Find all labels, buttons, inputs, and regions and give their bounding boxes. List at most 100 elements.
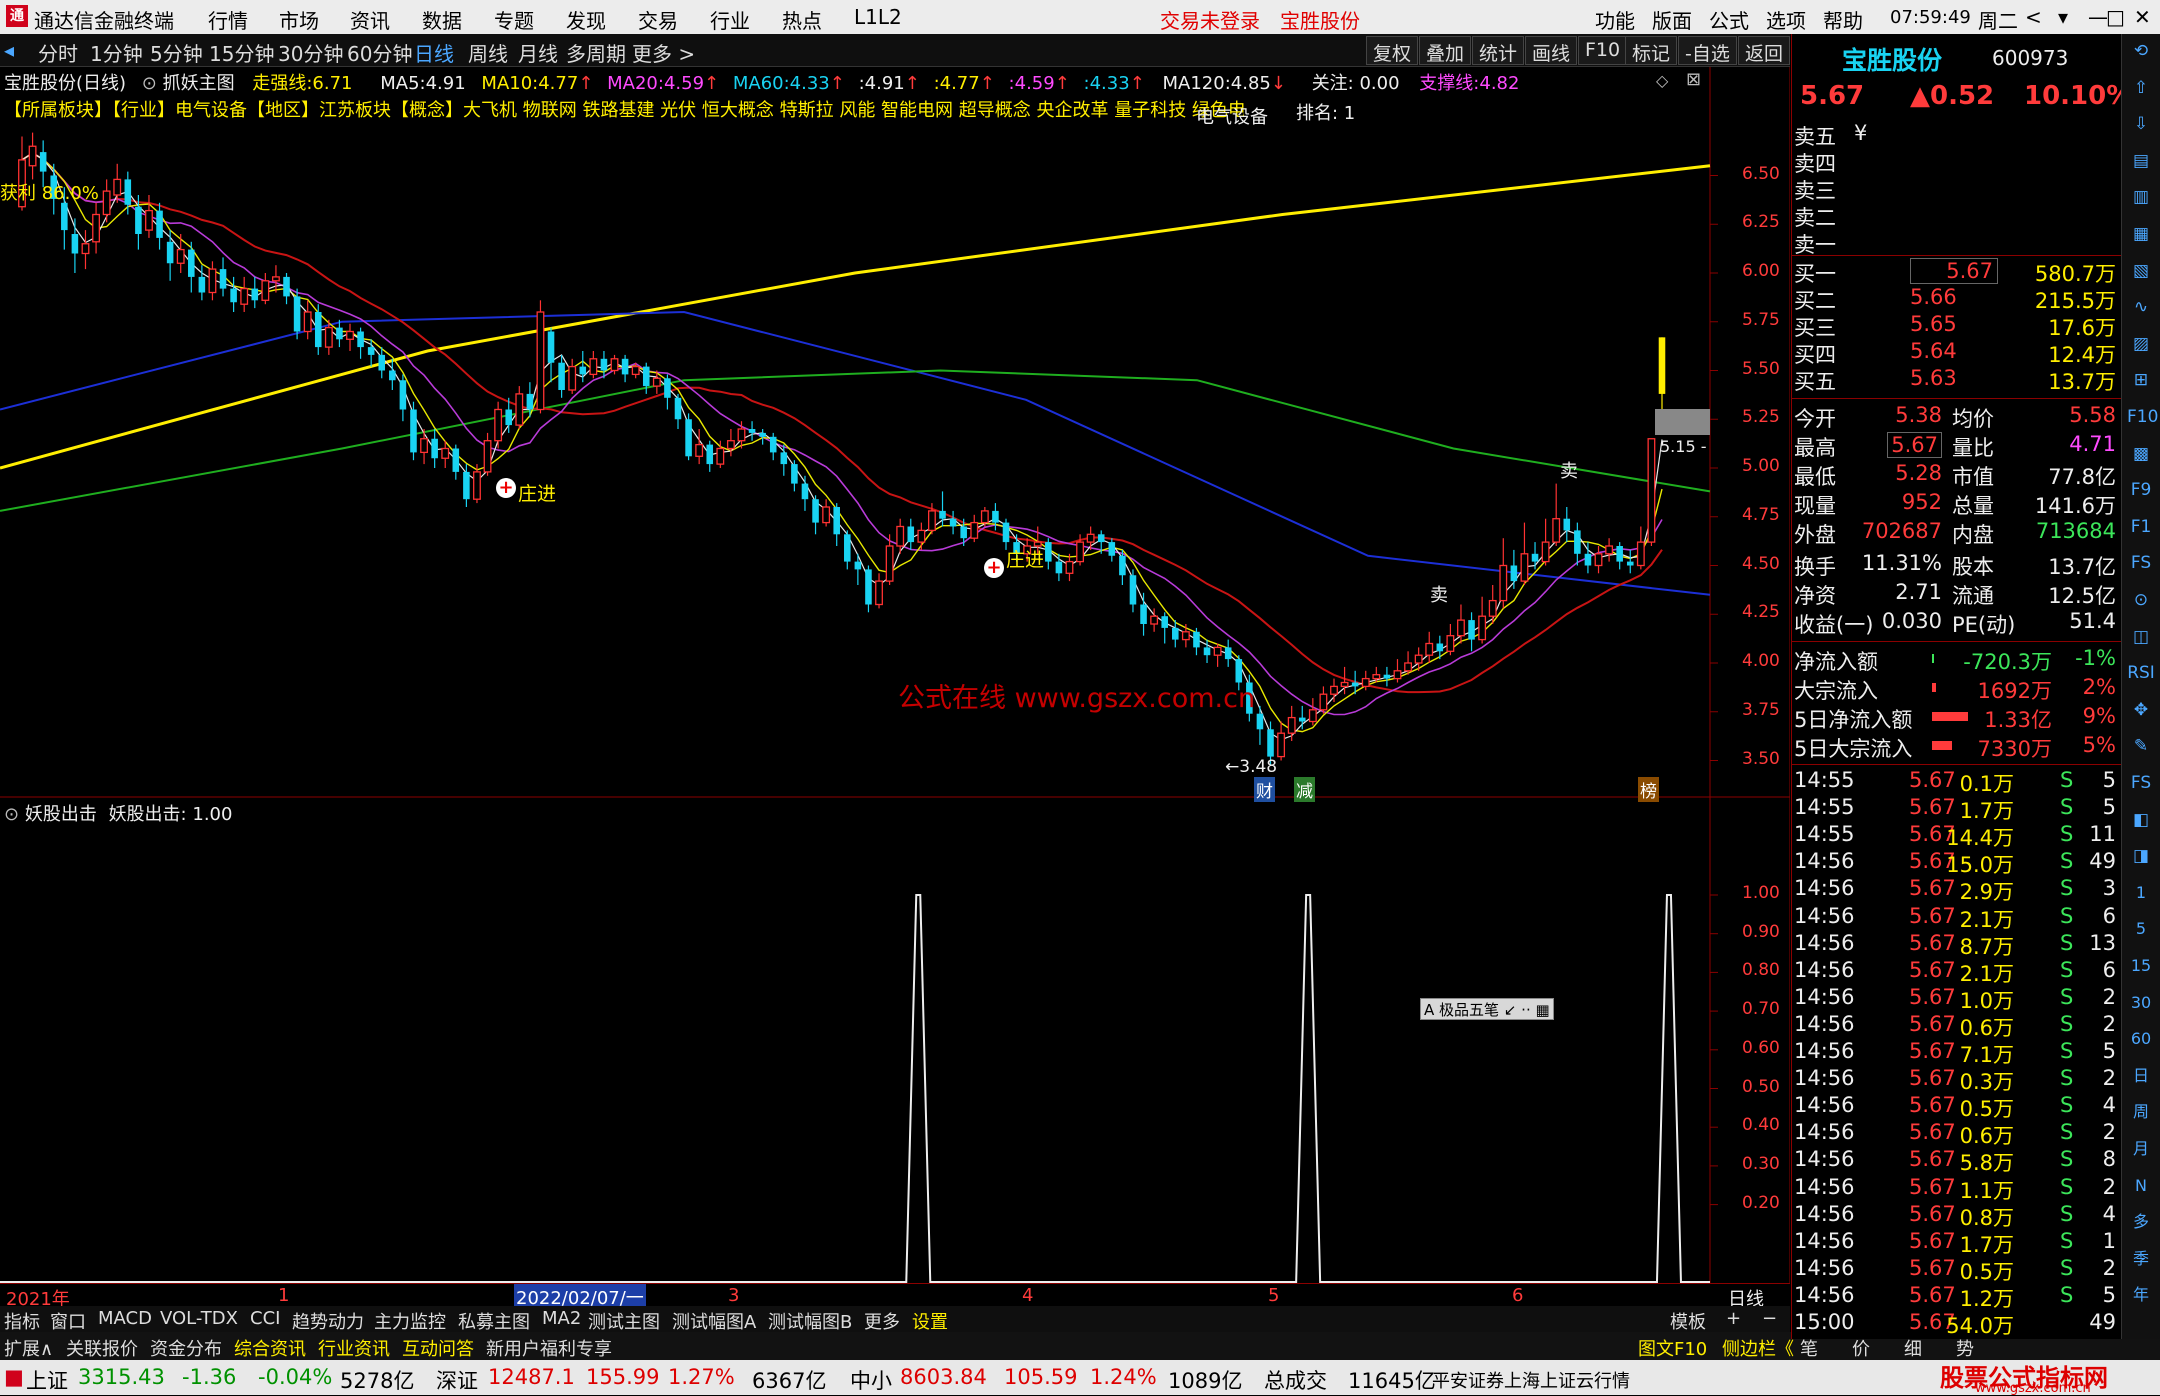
sidebar-icon[interactable]: RSI: [2127, 660, 2155, 686]
period-tab[interactable]: 更多 >: [632, 38, 695, 67]
bid-row[interactable]: 买四 5.64 12.4万: [1792, 338, 2122, 367]
indicator-tab[interactable]: 测试主图: [584, 1308, 664, 1334]
collapse-icon[interactable]: ◂: [4, 38, 14, 62]
period-tab[interactable]: 60分钟: [347, 38, 412, 67]
info-tab[interactable]: 新用户福利专享: [486, 1335, 612, 1361]
kline-chart[interactable]: [0, 67, 1790, 1283]
menu-item[interactable]: L1L2: [854, 5, 902, 29]
sidebar-icon[interactable]: ▦: [2127, 221, 2155, 247]
menu-item[interactable]: 专题: [494, 5, 534, 34]
indicator-tab[interactable]: 设置: [908, 1308, 952, 1334]
sidebar-icon[interactable]: 日: [2127, 1063, 2155, 1089]
panel-close-icon[interactable]: ⊠: [1686, 69, 1701, 90]
sz-label[interactable]: 深证: [436, 1365, 478, 1395]
toolbar-button[interactable]: 画线: [1525, 36, 1578, 65]
ime-punct-icon[interactable]: ··: [1521, 1001, 1531, 1019]
menu-item[interactable]: 资讯: [350, 5, 390, 34]
sidebar-icon[interactable]: 60: [2127, 1026, 2155, 1052]
period-tab[interactable]: 30分钟: [278, 38, 343, 67]
sidebar-icon[interactable]: ⊙: [2127, 587, 2155, 613]
sidebar-icon[interactable]: ⇧: [2127, 75, 2155, 101]
bid-row[interactable]: 买三 5.65 17.6万: [1792, 311, 2122, 340]
sidebar-icon[interactable]: ◨: [2127, 843, 2155, 869]
indicator-tab[interactable]: 私募主图: [454, 1308, 534, 1334]
sidebar-icon[interactable]: FS: [2127, 770, 2155, 796]
sidebar-icon[interactable]: ◧: [2127, 807, 2155, 833]
toolbar-button[interactable]: 叠加: [1419, 36, 1472, 65]
ask-row[interactable]: 卖四: [1792, 147, 2122, 176]
info-tab[interactable]: 互动问答: [402, 1335, 474, 1361]
maximize-icon[interactable]: □: [2106, 5, 2125, 29]
info-tab[interactable]: 资金分布: [150, 1335, 222, 1361]
indicator-tab[interactable]: VOL-TDX: [156, 1308, 242, 1329]
add-button[interactable]: +: [1722, 1308, 1745, 1329]
period-tab[interactable]: 月线: [518, 38, 558, 67]
login-status[interactable]: 交易未登录: [1160, 5, 1260, 34]
sidebar-icon[interactable]: 周: [2127, 1099, 2155, 1125]
sidebar-icon[interactable]: 月: [2127, 1136, 2155, 1162]
menu-item[interactable]: 市场: [279, 5, 319, 34]
sidebar-icon[interactable]: ⇩: [2127, 111, 2155, 137]
sidebar-icon[interactable]: ⟲: [2127, 38, 2155, 64]
indicator-tab[interactable]: MACD: [94, 1308, 156, 1329]
indicator-tab[interactable]: 更多: [860, 1308, 904, 1334]
sidebar-icon[interactable]: F1: [2127, 514, 2155, 540]
sidebar-icon[interactable]: 多: [2127, 1209, 2155, 1235]
bang-badge[interactable]: 榜: [1638, 777, 1659, 802]
bid-row[interactable]: 买二 5.66 215.5万: [1792, 284, 2122, 313]
period-tab-active[interactable]: 日线: [414, 38, 454, 67]
toolbar-button[interactable]: 复权: [1366, 36, 1419, 65]
period-tab[interactable]: 5分钟: [150, 38, 203, 67]
toolbar-button[interactable]: 返回: [1738, 36, 1790, 65]
sub-indicator-name[interactable]: 妖股出击: [25, 804, 97, 825]
sidebar-icon[interactable]: 年: [2127, 1282, 2155, 1308]
indicator-tab[interactable]: 趋势动力: [288, 1308, 368, 1334]
ime-keyboard-icon[interactable]: ▦: [1536, 1001, 1550, 1019]
toolbar-button[interactable]: 统计: [1472, 36, 1525, 65]
menu-item[interactable]: 行情: [208, 5, 248, 34]
sidebar-icon[interactable]: 5: [2127, 916, 2155, 942]
menu-item[interactable]: 公式: [1709, 5, 1749, 34]
ime-mode[interactable]: A 极品五笔: [1424, 1001, 1499, 1019]
menu-item[interactable]: 帮助: [1823, 5, 1863, 34]
sidebar-icon[interactable]: ▥: [2127, 184, 2155, 210]
menu-item[interactable]: 数据: [422, 5, 462, 34]
ime-moon-icon[interactable]: ↙: [1504, 1001, 1517, 1019]
ask-row[interactable]: 卖五 ¥: [1792, 120, 2122, 149]
sidebar-icon[interactable]: ⊞: [2127, 367, 2155, 393]
indicator-tab[interactable]: CCI: [246, 1308, 284, 1329]
sidebar-icon[interactable]: FS: [2127, 550, 2155, 576]
menu-item[interactable]: 交易: [638, 5, 678, 34]
sh-label[interactable]: 上证: [26, 1365, 68, 1395]
ask-row[interactable]: 卖一: [1792, 228, 2122, 257]
sidebar-icon[interactable]: 1: [2127, 880, 2155, 906]
menu-item[interactable]: 行业: [710, 5, 750, 34]
sidebar-icon[interactable]: ◫: [2127, 624, 2155, 650]
toolbar-button[interactable]: 标记: [1625, 36, 1678, 65]
diamond-icon[interactable]: ◇: [1656, 71, 1668, 90]
chart-area[interactable]: 宝胜股份(日线) ⊙ 抓妖主图 走强线:6.71 MA5:4.91 MA10:4…: [0, 67, 1790, 1283]
ask-row[interactable]: 卖二: [1792, 201, 2122, 230]
indicator-tab[interactable]: 测试幅图A: [668, 1308, 760, 1334]
sidebar-icon[interactable]: ▨: [2127, 331, 2155, 357]
info-tab[interactable]: 行业资讯: [318, 1335, 390, 1361]
main-indicator-name[interactable]: 抓妖主图: [163, 73, 235, 94]
template-button[interactable]: 模板: [1666, 1308, 1710, 1334]
sidebar-icon[interactable]: 季: [2127, 1246, 2155, 1272]
indicator-tab[interactable]: 窗口: [46, 1308, 90, 1334]
close-icon[interactable]: ✕: [2134, 5, 2151, 29]
sidebar-icon[interactable]: F10: [2127, 404, 2158, 430]
period-tab[interactable]: 多周期: [566, 38, 626, 67]
indicator-tab[interactable]: 测试幅图B: [764, 1308, 856, 1334]
sidebar-icon[interactable]: ✥: [2127, 697, 2155, 723]
menu-item[interactable]: 热点: [782, 5, 822, 34]
toolbar-button[interactable]: F10: [1578, 36, 1628, 65]
period-tab[interactable]: 15分钟: [209, 38, 274, 67]
indicator-icon[interactable]: ⊙: [4, 804, 19, 825]
sidebar-icon[interactable]: 15: [2127, 953, 2155, 979]
sidebar-icon[interactable]: 30: [2127, 990, 2155, 1016]
ime-toolbar[interactable]: A 极品五笔 ↙ ·· ▦: [1420, 998, 1554, 1020]
period-tab[interactable]: 1分钟: [90, 38, 143, 67]
bid-row[interactable]: 买五 5.63 13.7万: [1792, 365, 2122, 394]
back-nav-icon[interactable]: <: [2025, 5, 2042, 29]
